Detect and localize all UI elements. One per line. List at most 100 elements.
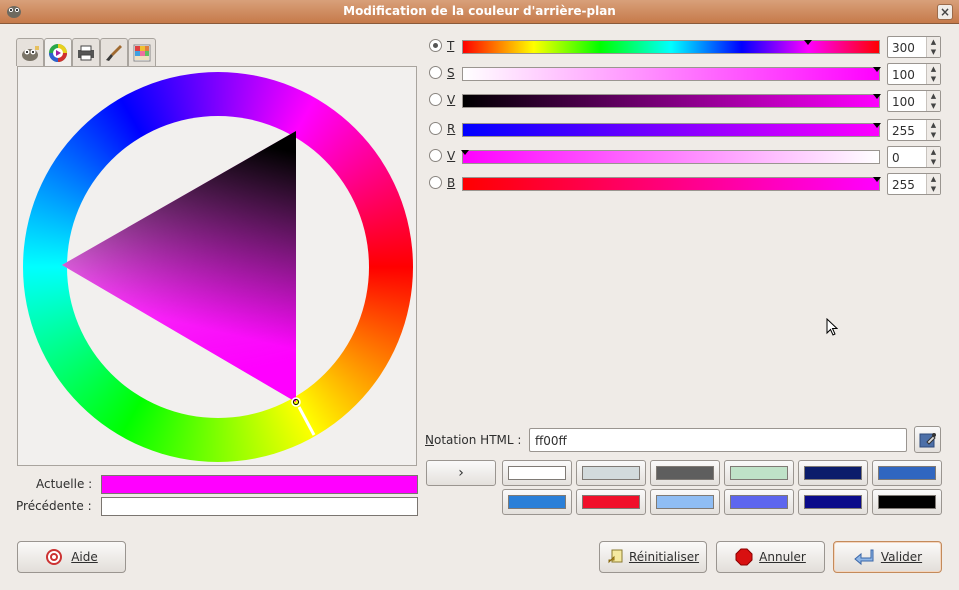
history-color-fill (656, 466, 714, 480)
value-slider[interactable] (462, 94, 881, 108)
red-spinbox[interactable]: 255 ▲ ▼ (887, 119, 941, 141)
history-color-fill (878, 495, 936, 509)
hue-radio[interactable] (429, 39, 442, 52)
history-color-swatch[interactable] (650, 460, 720, 486)
blue-spinbox[interactable]: 255 ▲ ▼ (887, 173, 941, 195)
tab-brush[interactable] (100, 38, 128, 66)
blue-spin-arrows[interactable]: ▲ ▼ (926, 174, 940, 194)
history-color-swatch[interactable] (502, 460, 572, 486)
blue-value: 255 (892, 178, 915, 192)
history-color-fill (582, 466, 640, 480)
saturation-spinbox[interactable]: 100 ▲ ▼ (887, 63, 941, 85)
html-notation-label: Notation HTML : (425, 433, 522, 447)
hue-slider-marker[interactable] (804, 40, 813, 45)
blue-slider-marker[interactable] (873, 177, 881, 182)
green-radio[interactable] (429, 149, 442, 162)
red-label: R (447, 122, 456, 136)
green-spinbox[interactable]: 0 ▲ ▼ (887, 146, 941, 168)
stop-icon (735, 548, 753, 566)
green-value: 0 (892, 151, 900, 165)
tab-printer[interactable] (72, 38, 100, 66)
add-to-history-button[interactable]: › (426, 460, 496, 486)
saturation-label: S (447, 66, 455, 80)
value-spin-arrows[interactable]: ▲ ▼ (926, 91, 940, 111)
cancel-button[interactable]: Annuler (716, 541, 825, 573)
history-color-swatch[interactable] (724, 460, 794, 486)
history-color-swatch[interactable] (576, 489, 646, 515)
cancel-button-label: Annuler (759, 550, 806, 564)
saturation-value: 100 (892, 68, 915, 82)
value-slider-marker[interactable] (873, 94, 881, 99)
tab-gimp[interactable] (16, 38, 44, 66)
green-label: V (447, 149, 456, 163)
history-color-fill (508, 466, 566, 480)
close-button[interactable]: × (937, 4, 953, 20)
value-value: 100 (892, 95, 915, 109)
help-button-label: Aide (71, 550, 98, 564)
value-spinbox[interactable]: 100 ▲ ▼ (887, 90, 941, 112)
history-color-fill (878, 466, 936, 480)
blue-slider[interactable] (462, 177, 881, 191)
color-picker-button[interactable] (914, 426, 941, 453)
gimp-icon (22, 45, 39, 61)
ok-button-label: Valider (880, 550, 923, 564)
brush-icon (106, 44, 122, 61)
saturation-radio[interactable] (429, 66, 442, 79)
history-color-fill (804, 495, 862, 509)
html-notation-input[interactable]: ff00ff (529, 428, 907, 452)
history-color-swatch[interactable] (872, 460, 942, 486)
red-radio[interactable] (429, 122, 442, 135)
saturation-spin-arrows[interactable]: ▲ ▼ (926, 64, 940, 84)
current-color-swatch (101, 475, 418, 494)
tab-color-wheel[interactable] (44, 38, 72, 67)
history-color-swatch[interactable] (872, 489, 942, 515)
help-button[interactable]: Aide (17, 541, 126, 573)
history-color-swatch[interactable] (650, 489, 720, 515)
red-spin-arrows[interactable]: ▲ ▼ (926, 120, 940, 140)
red-slider-marker[interactable] (873, 123, 881, 128)
history-color-swatch[interactable] (724, 489, 794, 515)
history-color-fill (656, 495, 714, 509)
history-color-swatch[interactable] (576, 460, 646, 486)
value-label: V (447, 93, 456, 107)
saturation-slider[interactable] (462, 67, 881, 81)
palette-icon (133, 44, 151, 61)
green-slider-marker[interactable] (461, 150, 469, 155)
history-color-swatch[interactable] (798, 460, 868, 486)
history-color-swatch[interactable] (798, 489, 868, 515)
printer-icon (78, 45, 94, 60)
history-color-fill (730, 495, 788, 509)
ok-button[interactable]: Valider (833, 541, 942, 573)
eyedropper-icon (919, 432, 936, 447)
blue-radio[interactable] (429, 176, 442, 189)
title-bar: Modification de la couleur d'arrière-pla… (0, 0, 959, 24)
green-slider[interactable] (461, 150, 880, 164)
hue-spinbox[interactable]: 300 ▲ ▼ (887, 36, 941, 58)
previous-color-label: Précédente : (16, 499, 92, 513)
html-notation-label-rest: otation HTML : (433, 433, 522, 447)
green-spin-arrows[interactable]: ▲ ▼ (926, 147, 940, 167)
saturation-slider-marker[interactable] (873, 67, 881, 72)
saturation-value-triangle[interactable] (18, 67, 418, 467)
hue-value: 300 (892, 41, 915, 55)
current-color-label: Actuelle : (36, 477, 93, 491)
hue-spin-arrows[interactable]: ▲ ▼ (926, 37, 940, 57)
value-radio[interactable] (429, 93, 442, 106)
color-wheel-panel (17, 66, 417, 466)
previous-color-swatch (101, 497, 418, 516)
history-color-fill (582, 495, 640, 509)
reset-icon (608, 549, 623, 564)
history-color-swatch[interactable] (502, 489, 572, 515)
hue-label: T (447, 39, 455, 53)
mouse-cursor-icon (826, 318, 838, 336)
tab-palette[interactable] (128, 38, 156, 66)
red-slider[interactable] (462, 123, 881, 137)
history-color-fill (730, 466, 788, 480)
color-wheel-icon (49, 44, 67, 62)
enter-arrow-icon (854, 549, 874, 566)
history-color-fill (508, 495, 566, 509)
reset-button[interactable]: Réinitialiser (599, 541, 707, 573)
red-value: 255 (892, 124, 915, 138)
hue-slider[interactable] (462, 40, 880, 54)
window-title: Modification de la couleur d'arrière-pla… (343, 4, 616, 18)
